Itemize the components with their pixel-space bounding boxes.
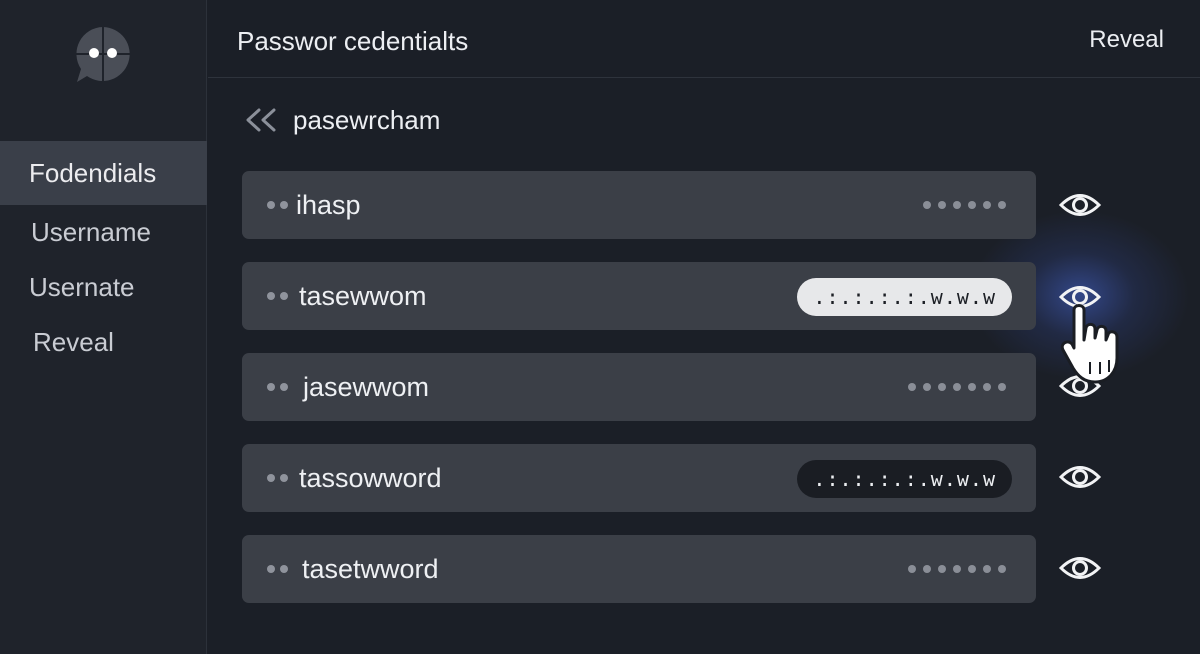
drag-handle-icon: [267, 292, 288, 300]
header: Passwor cedentialts Reveal: [208, 0, 1200, 78]
revealed-password-pill: .:.:.:.:.w.w.w: [797, 460, 1012, 498]
credential-name: jasewwom: [303, 372, 430, 402]
drag-handle-icon: [267, 474, 288, 482]
drag-handle-icon: [267, 383, 288, 391]
sidebar-item-reveal[interactable]: Reveal: [0, 315, 207, 370]
sidebar-item-username[interactable]: Username: [0, 205, 207, 260]
eye-icon[interactable]: [1058, 553, 1102, 583]
sidebar: Fodendials Username Usernate Reveal: [0, 0, 207, 654]
eye-icon[interactable]: [1058, 462, 1102, 492]
drag-handle-icon: [267, 565, 288, 573]
credential-row[interactable]: tasetwword: [242, 535, 1036, 603]
reveal-button[interactable]: Reveal: [1089, 26, 1164, 54]
credential-name: ihasp: [296, 190, 361, 220]
chat-bubble-logo-icon: [76, 27, 130, 82]
credential-row[interactable]: ihasp: [242, 171, 1036, 239]
revealed-password-pill: .:.:.:.:.w.w.w: [797, 278, 1012, 316]
masked-password: [908, 383, 1006, 391]
eye-icon[interactable]: [1058, 190, 1102, 220]
page-title: Passwor cedentialts: [237, 26, 469, 56]
credential-row[interactable]: tassowword .:.:.:.:.w.w.w: [242, 444, 1036, 512]
credential-name: tasetwword: [302, 554, 439, 584]
masked-password: [923, 201, 1006, 209]
credential-row[interactable]: jasewwom: [242, 353, 1036, 421]
sidebar-item-fodendials[interactable]: Fodendials: [0, 141, 207, 205]
credential-name: tassowword: [299, 463, 442, 493]
credential-row[interactable]: tasewwom .:.:.:.:.w.w.w: [242, 262, 1036, 330]
hand-pointer-cursor-icon: [1060, 304, 1119, 384]
double-chevron-left-icon[interactable]: [244, 107, 278, 133]
back-label[interactable]: pasewrcham: [293, 105, 440, 136]
sidebar-item-usernate[interactable]: Usernate: [0, 260, 207, 315]
credential-name: tasewwom: [299, 281, 427, 311]
sidebar-nav: Fodendials Username Usernate Reveal: [0, 141, 207, 370]
drag-handle-icon: [267, 201, 288, 209]
masked-password: [908, 565, 1006, 573]
